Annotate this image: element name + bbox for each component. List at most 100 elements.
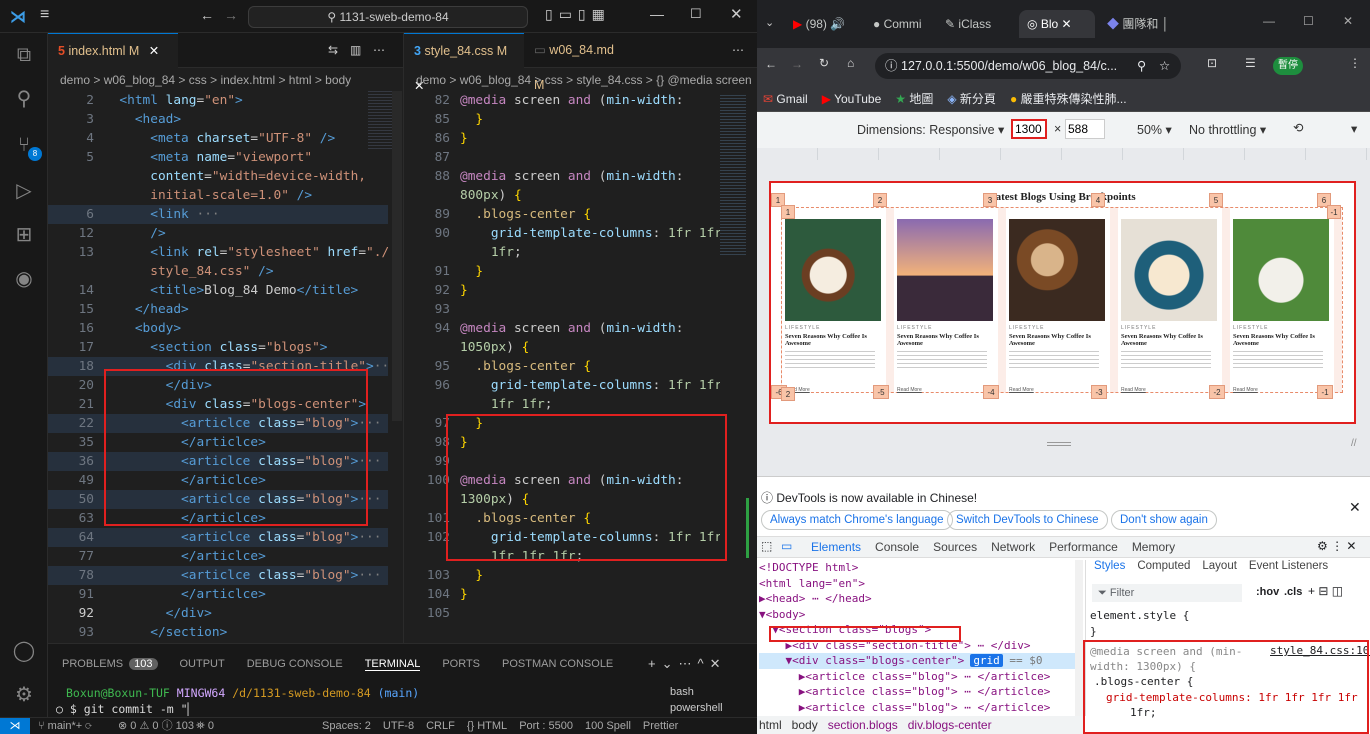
- panel-tab-terminal[interactable]: TERMINAL: [364, 658, 421, 671]
- code-line[interactable]: 2 <html lang="en">: [48, 91, 388, 110]
- remote-indicator[interactable]: ⋊: [0, 718, 30, 734]
- dom-breadcrumb[interactable]: section.blogs: [828, 718, 898, 732]
- dom-node[interactable]: ▶<head> ⋯ </head>: [759, 591, 872, 607]
- code-line[interactable]: 4 <meta charset="UTF-8" />: [48, 129, 388, 148]
- split-editor-icon[interactable]: ▥: [350, 43, 361, 57]
- elements-scrollbar[interactable]: [1075, 560, 1083, 716]
- code-line[interactable]: 1fr 1fr;: [404, 395, 720, 414]
- code-line[interactable]: 93: [404, 300, 720, 319]
- tab-md[interactable]: ▭ w06_84.md M: [524, 33, 634, 92]
- devtools-tab-network[interactable]: Network: [991, 540, 1035, 554]
- chrome-tab-iclass[interactable]: ✎ iClass: [937, 10, 1013, 38]
- extensions-icon[interactable]: ⊡: [1207, 56, 1217, 70]
- code-line[interactable]: content="width=device-width,: [48, 167, 388, 186]
- code-line[interactable]: initial-scale=1.0" />: [48, 186, 388, 205]
- panel-tab-ports[interactable]: PORTS: [442, 658, 480, 670]
- status-item[interactable]: 100 Spell: [585, 720, 631, 732]
- home-icon[interactable]: ⌂: [847, 56, 854, 70]
- code-line[interactable]: 5 <meta name="viewport": [48, 148, 388, 167]
- menu-icon[interactable]: ≡: [40, 6, 49, 24]
- status-item[interactable]: Port : 5500: [519, 720, 573, 732]
- panel-tab-problems[interactable]: PROBLEMS: [62, 658, 123, 670]
- code-line[interactable]: 89 .blogs-center {: [404, 205, 720, 224]
- panel-tab-debug-console[interactable]: DEBUG CONSOLE: [247, 658, 343, 670]
- code-line[interactable]: 77 </articlce>: [48, 547, 388, 566]
- minimap[interactable]: [368, 91, 392, 151]
- code-line[interactable]: 16 <body>: [48, 319, 388, 338]
- command-center-search[interactable]: ⚲ 1131-sweb-demo-84: [248, 6, 528, 28]
- styles-tab[interactable]: Computed: [1137, 560, 1190, 572]
- dom-node[interactable]: ▼<body>: [759, 607, 805, 623]
- tab-style-css[interactable]: 3 style_84.css M ✕: [404, 33, 524, 93]
- infobar-btn-switch[interactable]: Switch DevTools to Chinese: [947, 510, 1108, 530]
- dom-breadcrumb[interactable]: html: [759, 718, 782, 732]
- chrome-tab-youtube[interactable]: ▶ (98) 🔊: [785, 10, 857, 38]
- code-line[interactable]: 91 }: [404, 262, 720, 281]
- code-line[interactable]: 104}: [404, 585, 720, 604]
- reading-list-icon[interactable]: ☰: [1245, 56, 1256, 70]
- hov-toggle[interactable]: :hov: [1256, 586, 1279, 598]
- inspect-icon[interactable]: ⬚: [761, 539, 772, 553]
- devtools-tab-performance[interactable]: Performance: [1049, 540, 1118, 554]
- close-tab-icon[interactable]: ✕: [1062, 17, 1072, 31]
- terminal-command[interactable]: ○ $ git commit -m "▏: [56, 702, 195, 716]
- bookmark-item[interactable]: ✉ Gmail: [763, 92, 808, 106]
- devtools-tab-sources[interactable]: Sources: [933, 540, 977, 554]
- throttle-dropdown[interactable]: No throttling ▾: [1189, 122, 1266, 137]
- compare-icon[interactable]: ⇆: [328, 43, 338, 57]
- settings-gear-icon[interactable]: ⚙: [10, 681, 38, 709]
- more-options-icon[interactable]: ▾: [1351, 121, 1357, 136]
- infobar-btn-match[interactable]: Always match Chrome's language: [761, 510, 953, 530]
- explorer-icon[interactable]: ⧉: [10, 41, 38, 69]
- tab-search-icon[interactable]: ⌄: [765, 16, 774, 29]
- dom-node[interactable]: <html lang="en">: [759, 576, 865, 592]
- styles-tab[interactable]: Event Listeners: [1249, 560, 1328, 572]
- status-item[interactable]: CRLF: [426, 720, 455, 732]
- remote-icon[interactable]: ◉: [10, 265, 38, 293]
- breadcrumb[interactable]: demo > w06_blog_84 > css > style_84.css …: [404, 69, 757, 91]
- code-line[interactable]: 17 <section class="blogs">: [48, 338, 388, 357]
- status-item[interactable]: UTF-8: [383, 720, 414, 732]
- profile-badge[interactable]: 暫停: [1273, 57, 1303, 75]
- account-icon[interactable]: ◯: [10, 637, 38, 665]
- devtools-settings-icon[interactable]: ⚙ ⋮ ✕: [1317, 539, 1356, 553]
- bookmark-star-icon[interactable]: ☆: [1159, 53, 1170, 79]
- bookmark-item[interactable]: ▶ YouTube: [822, 92, 882, 106]
- bookmark-item[interactable]: ● 嚴重特殊傳染性肺...: [1010, 92, 1127, 106]
- breadcrumb[interactable]: demo > w06_blog_84 > css > index.html > …: [48, 69, 403, 91]
- more-actions-icon[interactable]: ⋯: [732, 43, 744, 57]
- minimize-icon[interactable]: —: [1263, 14, 1275, 28]
- cls-toggle[interactable]: .cls: [1284, 586, 1302, 598]
- run-debug-icon[interactable]: ▷: [10, 177, 38, 205]
- code-line[interactable]: 82 @media screen and (min-width:: [404, 91, 720, 110]
- devtools-tab-memory[interactable]: Memory: [1132, 540, 1175, 554]
- dom-node[interactable]: <!DOCTYPE html>: [759, 560, 858, 576]
- nav-forward-icon[interactable]: →: [224, 7, 238, 23]
- code-line[interactable]: 6 <link ···: [48, 205, 388, 224]
- dom-node[interactable]: ▶<articlce class="blog"> ⋯ </articlce>: [759, 700, 1051, 716]
- chrome-menu-icon[interactable]: ⋮: [1349, 56, 1361, 70]
- code-line[interactable]: 85 }: [404, 110, 720, 129]
- branch-indicator[interactable]: ⑂ main*+ ⟳: [38, 718, 92, 734]
- infobar-close-icon[interactable]: ✕: [1349, 499, 1361, 516]
- extensions-icon[interactable]: ⊞: [10, 221, 38, 249]
- code-line[interactable]: 92}: [404, 281, 720, 300]
- search-icon[interactable]: ⚲: [10, 85, 38, 113]
- terminal-shell-list[interactable]: bash powershell: [670, 684, 723, 716]
- shell-bash[interactable]: bash: [670, 684, 723, 700]
- styles-filter[interactable]: ⏷ Filter: [1092, 584, 1242, 602]
- code-line[interactable]: 103 }: [404, 566, 720, 585]
- panel-actions[interactable]: +⌄⋯^✕: [648, 656, 726, 672]
- terminal-prompt[interactable]: Boxun@Boxun-TUF MINGW64 /d/1131-sweb-dem…: [66, 686, 419, 700]
- maximize-icon[interactable]: ☐: [690, 6, 702, 22]
- back-icon[interactable]: ←: [765, 57, 777, 71]
- dom-node[interactable]: ▶<articlce class="blog"> ⋯ </articlce>: [759, 669, 1051, 685]
- code-line[interactable]: 1fr;: [404, 243, 720, 262]
- address-bar[interactable]: ⓘ 127.0.0.1:5500/demo/w06_blog_84/c... ⚲…: [875, 53, 1181, 79]
- close-tab-icon[interactable]: ✕: [149, 44, 159, 58]
- element-style-rule[interactable]: element.style {: [1090, 608, 1189, 624]
- panel-tab-output[interactable]: OUTPUT: [180, 658, 225, 670]
- minimize-icon[interactable]: —: [650, 6, 664, 22]
- close-icon[interactable]: ✕: [730, 5, 743, 23]
- chrome-tab-blog[interactable]: ◎ Blo ✕: [1019, 10, 1095, 38]
